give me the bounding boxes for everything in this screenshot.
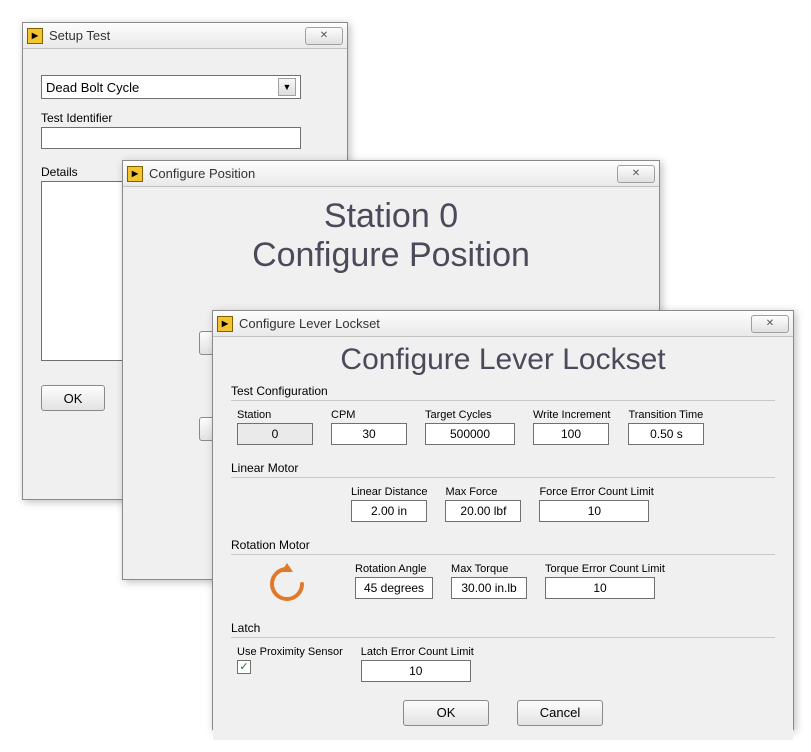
rotation-angle-input[interactable]: 45 degrees (355, 577, 433, 599)
target-cycles-input[interactable]: 500000 (425, 423, 515, 445)
force-error-limit-input[interactable]: 10 (539, 500, 649, 522)
field-force-error-count-limit: Force Error Count Limit 10 (539, 486, 653, 522)
group-linear-motor: Linear Motor (231, 455, 775, 478)
field-rotation-angle: Rotation Angle 45 degrees (355, 563, 433, 599)
field-max-torque: Max Torque 30.00 in.lb (451, 563, 527, 599)
target-cycles-label: Target Cycles (425, 409, 492, 421)
cpm-label: CPM (331, 409, 355, 421)
transition-time-input[interactable]: 0.50 s (628, 423, 704, 445)
transition-time-label: Transition Time (628, 409, 703, 421)
station-value: 0 (237, 423, 313, 445)
max-torque-label: Max Torque (451, 563, 508, 575)
field-target-cycles: Target Cycles 500000 (425, 409, 515, 445)
force-error-limit-label: Force Error Count Limit (539, 486, 653, 498)
linear-distance-label: Linear Distance (351, 486, 427, 498)
field-transition-time: Transition Time 0.50 s (628, 409, 704, 445)
field-use-proximity: Use Proximity Sensor ✓ (237, 646, 343, 674)
field-write-increment: Write Increment 100 (533, 409, 610, 445)
test-identifier-input[interactable] (41, 127, 301, 149)
test-config-row: Station 0 CPM 30 Target Cycles 500000 Wr… (231, 407, 775, 455)
combo-selected-text: Dead Bolt Cycle (46, 80, 139, 95)
group-latch: Latch (231, 615, 775, 638)
window-title: Setup Test (49, 28, 305, 43)
app-icon: ▶ (27, 28, 43, 44)
cancel-button[interactable]: Cancel (517, 700, 603, 726)
field-linear-distance: Linear Distance 2.00 in (351, 486, 427, 522)
window-title: Configure Position (149, 166, 617, 181)
titlebar[interactable]: ▶ Setup Test ✕ (23, 23, 347, 49)
group-rotation-motor: Rotation Motor (231, 532, 775, 555)
group-test-configuration: Test Configuration (231, 378, 775, 401)
latch-error-limit-input[interactable]: 10 (361, 660, 471, 682)
latch-error-limit-label: Latch Error Count Limit (361, 646, 474, 658)
page-heading: Configure Lever Lockset (231, 343, 775, 378)
field-latch-error-limit: Latch Error Count Limit 10 (361, 646, 474, 682)
latch-row: Use Proximity Sensor ✓ Latch Error Count… (231, 644, 775, 692)
dialog-button-row: OK Cancel (231, 700, 775, 726)
field-max-force: Max Force 20.00 lbf (445, 486, 521, 522)
close-icon[interactable]: ✕ (617, 165, 655, 183)
rotation-angle-label: Rotation Angle (355, 563, 427, 575)
test-type-combo[interactable]: Dead Bolt Cycle ▼ (41, 75, 301, 99)
test-identifier-label: Test Identifier (41, 111, 329, 125)
field-torque-error-count-limit: Torque Error Count Limit 10 (545, 563, 665, 599)
write-increment-input[interactable]: 100 (533, 423, 609, 445)
max-force-label: Max Force (445, 486, 497, 498)
rotation-motor-row: Rotation Angle 45 degrees Max Torque 30.… (231, 561, 775, 615)
torque-error-limit-input[interactable]: 10 (545, 577, 655, 599)
use-proximity-label: Use Proximity Sensor (237, 646, 343, 658)
page-heading-line1: Station 0 (147, 197, 635, 236)
titlebar[interactable]: ▶ Configure Position ✕ (123, 161, 659, 187)
write-increment-label: Write Increment (533, 409, 610, 421)
linear-motor-row: Linear Distance 2.00 in Max Force 20.00 … (231, 484, 775, 532)
cpm-input[interactable]: 30 (331, 423, 407, 445)
titlebar[interactable]: ▶ Configure Lever Lockset ✕ (213, 311, 793, 337)
client-area: Configure Lever Lockset Test Configurati… (213, 337, 793, 740)
linear-distance-input[interactable]: 2.00 in (351, 500, 427, 522)
max-torque-input[interactable]: 30.00 in.lb (451, 577, 527, 599)
rotation-direction-icon (237, 563, 337, 605)
station-label: Station (237, 409, 271, 421)
torque-error-limit-label: Torque Error Count Limit (545, 563, 665, 575)
close-icon[interactable]: ✕ (305, 27, 343, 45)
app-icon: ▶ (217, 316, 233, 332)
app-icon: ▶ (127, 166, 143, 182)
ok-button[interactable]: OK (41, 385, 105, 411)
close-icon[interactable]: ✕ (751, 315, 789, 333)
field-cpm: CPM 30 (331, 409, 407, 445)
page-heading-line2: Configure Position (147, 236, 635, 275)
chevron-down-icon[interactable]: ▼ (278, 78, 296, 96)
field-station: Station 0 (237, 409, 313, 445)
use-proximity-checkbox[interactable]: ✓ (237, 660, 251, 674)
configure-lever-lockset-window: ▶ Configure Lever Lockset ✕ Configure Le… (212, 310, 794, 730)
ok-button[interactable]: OK (403, 700, 489, 726)
window-title: Configure Lever Lockset (239, 316, 751, 331)
max-force-input[interactable]: 20.00 lbf (445, 500, 521, 522)
